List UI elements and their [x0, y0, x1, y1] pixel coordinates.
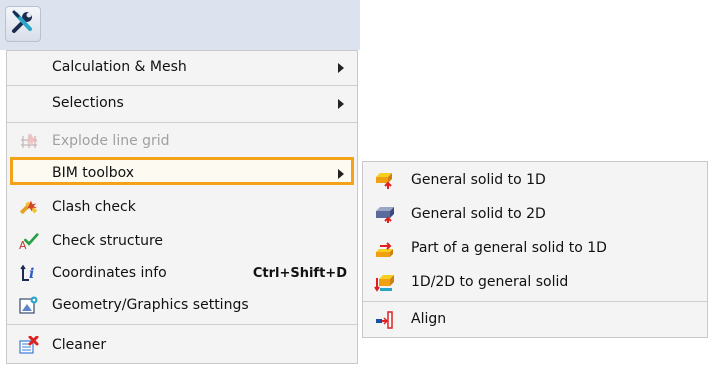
submenu-item-label: 1D/2D to general solid [411, 274, 569, 290]
cleaner-icon [19, 336, 39, 354]
submenu-item-1d2d-to-general-solid[interactable]: 1D/2D to general solid [363, 267, 707, 299]
menu-item-label: Explode line grid [52, 133, 170, 149]
menu-item-label: Cleaner [52, 337, 107, 353]
menu-item-label: BIM toolbox [52, 165, 135, 181]
menu-separator [7, 85, 357, 86]
context-menu: Calculation & Mesh Selections Explode li… [6, 50, 358, 364]
menu-item-clash-check[interactable]: Clash check [7, 191, 357, 223]
coordinates-icon: i [19, 264, 39, 282]
bim-toolbox-submenu: General solid to 1D General solid to 2D [362, 161, 708, 338]
menu-item-label: Selections [52, 95, 124, 111]
tools-icon [10, 9, 36, 39]
1d2d-to-solid-icon [374, 274, 396, 292]
page: Calculation & Mesh Selections Explode li… [0, 0, 709, 367]
submenu-item-label: General solid to 1D [411, 172, 546, 188]
submenu-arrow-icon [338, 99, 344, 109]
menu-item-label: Coordinates info [52, 265, 167, 281]
submenu-item-general-solid-to-1d[interactable]: General solid to 1D [363, 165, 707, 197]
menu-item-selections[interactable]: Selections [7, 87, 357, 119]
keyboard-shortcut: Ctrl+Shift+D [252, 265, 347, 281]
part-solid-to-1d-icon [374, 240, 396, 258]
submenu-item-label: General solid to 2D [411, 206, 546, 222]
menu-item-label: Geometry/Graphics settings [52, 297, 249, 313]
submenu-item-align[interactable]: Align [363, 304, 707, 336]
align-icon [374, 311, 396, 329]
menu-item-cleaner[interactable]: Cleaner [7, 329, 357, 361]
check-structure-icon: A [19, 232, 39, 251]
menu-separator [7, 324, 357, 325]
menu-item-coordinates-info[interactable]: i Coordinates info Ctrl+Shift+D [7, 257, 357, 289]
toolbar [0, 0, 360, 50]
tools-button[interactable] [5, 6, 41, 42]
submenu-item-label: Part of a general solid to 1D [411, 240, 607, 256]
menu-item-explode-line-grid[interactable]: Explode line grid [7, 125, 357, 157]
menu-item-calculation-mesh[interactable]: Calculation & Mesh [7, 51, 357, 83]
menu-item-label: Clash check [52, 199, 136, 215]
clash-check-icon [19, 198, 39, 216]
svg-text:i: i [29, 266, 34, 282]
menu-item-label: Calculation & Mesh [52, 59, 187, 75]
submenu-item-general-solid-to-2d[interactable]: General solid to 2D [363, 199, 707, 231]
submenu-separator [363, 301, 707, 302]
submenu-item-label: Align [411, 311, 447, 327]
submenu-arrow-icon [338, 63, 344, 73]
menu-separator [7, 122, 357, 123]
submenu-item-part-of-general-solid-to-1d[interactable]: Part of a general solid to 1D [363, 233, 707, 265]
menu-item-check-structure[interactable]: A Check structure [7, 225, 357, 257]
solid-to-1d-icon [374, 172, 396, 190]
submenu-arrow-icon [338, 169, 344, 179]
explode-grid-icon [19, 132, 39, 150]
menu-item-label: Check structure [52, 233, 164, 249]
solid-to-2d-icon [374, 206, 396, 224]
menu-item-bim-toolbox[interactable]: BIM toolbox [7, 157, 357, 189]
geometry-settings-icon [19, 296, 39, 314]
menu-item-geometry-graphics-settings[interactable]: Geometry/Graphics settings [7, 289, 357, 321]
